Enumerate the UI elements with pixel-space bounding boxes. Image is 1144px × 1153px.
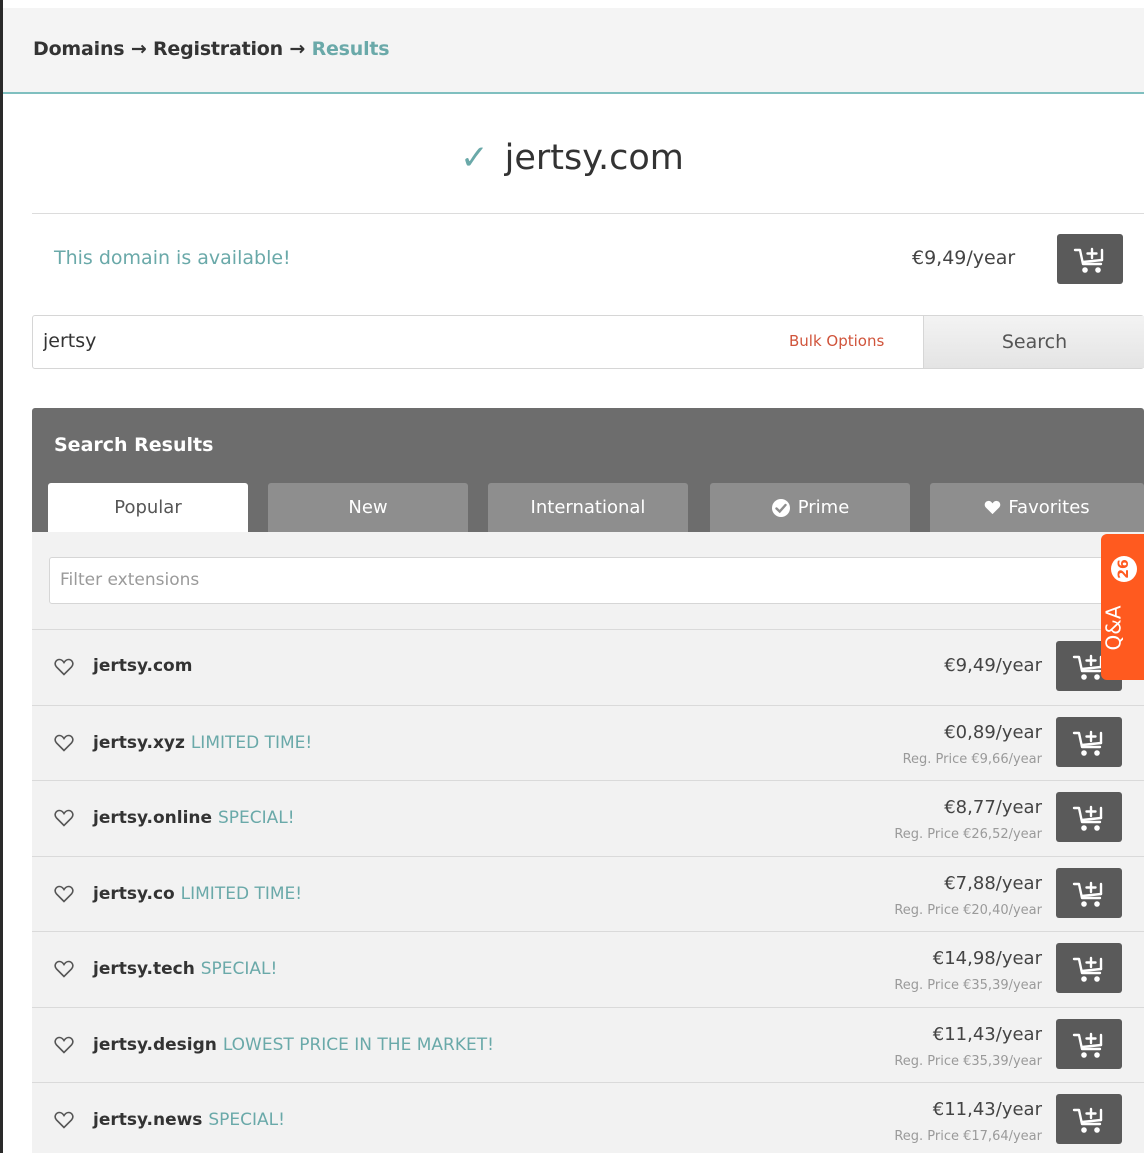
bulk-options-link[interactable]: Bulk Options [789,332,884,350]
filter-placeholder: Filter extensions [60,570,200,590]
favorite-heart-icon[interactable] [54,960,74,978]
add-to-cart-button[interactable] [1056,943,1122,993]
promo-tag: LOWEST PRICE IN THE MARKET! [222,1035,494,1055]
result-price: €9,49/year [944,655,1042,676]
tab-label: Prime [797,497,850,518]
cart-add-icon [1072,805,1103,831]
result-domain[interactable]: jertsy.news SPECIAL! [93,1110,285,1130]
domain-price: €9,49/year [912,247,1016,269]
domain-label: jertsy.xyz [93,733,185,753]
breadcrumb-results: Results [311,38,390,60]
promo-tag: SPECIAL! [200,959,278,979]
add-to-cart-button[interactable] [1056,717,1122,767]
breadcrumb-registration[interactable]: Registration [153,38,283,60]
divider [32,213,1144,214]
cart-add-icon [1072,881,1103,907]
tab-popular[interactable]: Popular [48,483,248,532]
breadcrumb-domains[interactable]: Domains [33,38,125,60]
favorite-heart-icon[interactable] [54,658,74,676]
add-to-cart-button[interactable] [1057,234,1123,284]
result-price: €11,43/year [932,1099,1042,1120]
heart-icon [985,500,1001,515]
promo-tag: LIMITED TIME! [180,884,303,904]
regular-price: Reg. Price €35,39/year [894,1054,1042,1069]
result-row: jertsy.online SPECIAL! €8,77/year Reg. P… [32,780,1144,855]
result-price: €11,43/year [932,1024,1042,1045]
favorite-heart-icon[interactable] [54,1111,74,1129]
results-list: Filter extensions jertsy.com €9,49/year … [32,532,1144,1153]
favorite-heart-icon[interactable] [54,885,74,903]
favorite-heart-icon[interactable] [54,1036,74,1054]
results-title: Search Results [54,434,214,456]
domain-name: jertsy.com [504,138,684,178]
filter-extensions-field[interactable]: Filter extensions [49,557,1127,604]
tab-prime[interactable]: Prime [710,483,910,532]
tab-international[interactable]: International [488,483,688,532]
check-circle-icon [771,498,790,517]
result-domain[interactable]: jertsy.online SPECIAL! [93,808,295,828]
breadcrumb-arrow: → [289,38,306,60]
qa-label: Q&A [1101,605,1126,651]
add-to-cart-button[interactable] [1056,1019,1122,1069]
tab-favorites[interactable]: Favorites [930,483,1144,532]
domain-label: jertsy.tech [93,959,195,979]
domain-label: jertsy.online [93,808,213,828]
cart-add-icon [1072,1032,1103,1058]
regular-price: Reg. Price €9,66/year [902,752,1042,767]
result-price: €14,98/year [932,948,1042,969]
tab-label: Favorites [1008,497,1090,518]
breadcrumb: Domains → Registration → Results [33,38,390,60]
result-price: €7,88/year [944,873,1042,894]
add-to-cart-button[interactable] [1056,868,1122,918]
tab-label: Popular [114,497,182,518]
breadcrumb-arrow: → [130,38,147,60]
result-domain[interactable]: jertsy.co LIMITED TIME! [93,884,302,904]
availability-status: This domain is available! [54,247,291,269]
domain-search-input[interactable] [43,330,743,352]
domain-label: jertsy.design [93,1035,217,1055]
cart-add-icon [1072,730,1103,756]
regular-price: Reg. Price €26,52/year [894,827,1042,842]
result-row: jertsy.tech SPECIAL! €14,98/year Reg. Pr… [32,931,1144,1006]
qa-count-badge: 26 [1111,556,1137,582]
add-to-cart-button[interactable] [1056,792,1122,842]
result-row: jertsy.xyz LIMITED TIME! €0,89/year Reg.… [32,705,1144,780]
result-domain[interactable]: jertsy.tech SPECIAL! [93,959,277,979]
promo-tag: LIMITED TIME! [190,733,313,753]
result-row: jertsy.design LOWEST PRICE IN THE MARKET… [32,1007,1144,1082]
tab-label: New [348,497,388,518]
tab-label: International [530,497,646,518]
domain-label: jertsy.com [93,656,193,676]
checkmark-icon: ✓ [460,138,489,178]
qa-widget-button[interactable]: 26 Q&A [1101,534,1144,680]
cart-add-icon [1072,956,1103,982]
domain-label: jertsy.co [93,884,175,904]
search-button[interactable]: Search [923,316,1144,368]
add-to-cart-button[interactable] [1056,1094,1122,1144]
favorite-heart-icon[interactable] [54,734,74,752]
result-row: jertsy.news SPECIAL! €11,43/year Reg. Pr… [32,1082,1144,1153]
result-domain[interactable]: jertsy.xyz LIMITED TIME! [93,733,312,753]
result-domain[interactable]: jertsy.com [93,656,192,676]
result-domain[interactable]: jertsy.design LOWEST PRICE IN THE MARKET… [93,1035,494,1055]
cart-add-icon [1072,1107,1103,1133]
tab-new[interactable]: New [268,483,468,532]
domain-heading: ✓ jertsy.com [0,138,1144,178]
result-row: jertsy.com €9,49/year [32,629,1144,704]
promo-tag: SPECIAL! [208,1110,285,1130]
promo-tag: SPECIAL! [217,808,295,828]
result-row: jertsy.co LIMITED TIME! €7,88/year Reg. … [32,856,1144,931]
regular-price: Reg. Price €20,40/year [894,903,1042,918]
cart-add-icon [1073,247,1104,273]
results-header: Search Results Popular New International… [32,408,1144,532]
result-price: €0,89/year [944,722,1042,743]
result-price: €8,77/year [944,797,1042,818]
domain-label: jertsy.news [93,1110,203,1130]
domain-search-box: Bulk Options Search [32,315,1144,369]
regular-price: Reg. Price €17,64/year [894,1129,1042,1144]
favorite-heart-icon[interactable] [54,809,74,827]
breadcrumb-bar: Domains → Registration → Results [3,8,1144,94]
regular-price: Reg. Price €35,39/year [894,978,1042,993]
